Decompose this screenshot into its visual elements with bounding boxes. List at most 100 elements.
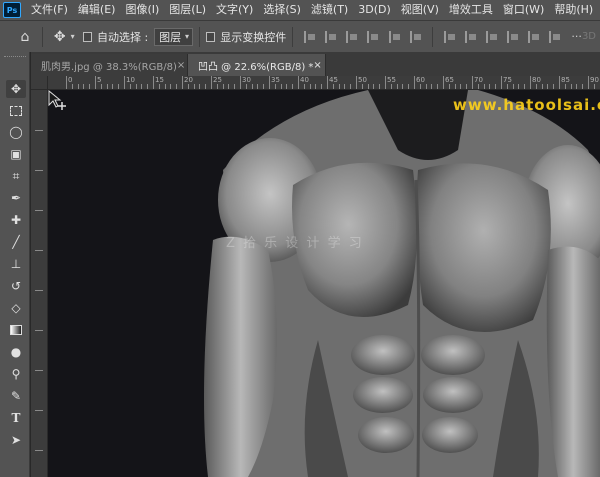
ruler-minor-tick [367,84,369,89]
brush-tool-icon[interactable]: ╱ [6,233,26,251]
ruler-tick [35,130,43,131]
distribute-right-icon[interactable] [549,30,561,43]
ruler-minor-tick [106,84,108,89]
align-horizontal-centers-icon[interactable] [325,30,337,43]
move-tool-icon[interactable]: ✥ [6,80,26,98]
close-icon[interactable]: × [177,60,185,71]
ruler-minor-tick [512,84,514,89]
type-tool-icon[interactable]: T [6,409,26,427]
photoshop-window: Ps 文件(F) 编辑(E) 图像(I) 图层(L) 文字(Y) 选择(S) 滤… [0,0,600,477]
menu-layer[interactable]: 图层(L) [164,0,211,20]
ruler-minor-tick [541,84,543,89]
menu-type[interactable]: 文字(Y) [211,0,258,20]
ruler-tick [35,410,43,411]
ruler-label: 45 [329,76,338,84]
blur-tool-icon[interactable]: ● [6,343,26,361]
move-icon[interactable]: ✥ [49,29,71,45]
ruler-minor-tick [176,84,178,89]
tab-bump[interactable]: 凹凸 @ 22.6%(RGB/8) * × [188,54,326,76]
horizontal-ruler[interactable]: 0 5 10 15 20 25 30 35 40 45 50 55 60 65 70 75 80 85 90 [48,76,600,90]
menu-edit[interactable]: 编辑(E) [73,0,121,20]
tab-label: 肌肉男.jpg @ 38.3%(RGB/8) [41,61,177,73]
ruler-minor-tick [547,84,549,89]
canvas-image [204,90,600,477]
ruler-tick [95,76,96,89]
ruler-tick [530,76,531,89]
ruler-minor-tick [390,84,392,89]
ruler-minor-tick [135,84,137,89]
auto-select-target-dropdown[interactable]: 图层 ▾ [154,27,193,46]
show-transform-checkbox[interactable] [205,31,216,42]
ruler-minor-tick [582,84,584,89]
distribute-left-icon[interactable] [507,30,519,43]
separator [199,26,200,47]
document-tab-bar: 肌肉男.jpg @ 38.3%(RGB/8) × 凹凸 @ 22.6%(RGB/… [31,52,600,76]
ruler-label: 20 [184,76,193,84]
ruler-label: 5 [97,76,102,84]
ruler-minor-tick [344,84,346,89]
ruler-minor-tick [158,84,160,89]
ruler-minor-tick [454,84,456,89]
eyedropper-tool-icon[interactable]: ✒ [6,189,26,207]
chevron-down-icon[interactable]: ▾ [71,32,75,41]
menu-select[interactable]: 选择(S) [258,0,306,20]
clone-stamp-tool-icon[interactable]: ⊥ [6,255,26,273]
vertical-ruler[interactable] [31,90,48,477]
pen-tool-icon[interactable]: ✎ [6,387,26,405]
align-bottom-edges-icon[interactable] [409,30,421,43]
tab-muscle-man[interactable]: 肌肉男.jpg @ 38.3%(RGB/8) × [31,54,188,76]
menu-image[interactable]: 图像(I) [120,0,164,20]
align-vertical-centers-icon[interactable] [388,30,400,43]
rectangular-marquee-tool-icon[interactable] [6,102,26,120]
menu-filter[interactable]: 滤镜(T) [306,0,353,20]
document-canvas[interactable]: Z 拾 乐 设 计 学 习 www.hatoolsai.com [48,90,600,477]
ruler-minor-tick [222,84,224,89]
align-left-edges-icon[interactable] [304,30,316,43]
move-cursor-icon [48,90,66,110]
align-top-edges-icon[interactable] [367,30,379,43]
3d-mode-label[interactable]: 3D [582,31,596,42]
ruler-minor-tick [483,84,485,89]
ruler-minor-tick [112,84,114,89]
ruler-minor-tick [332,84,334,89]
ruler-minor-tick [303,84,305,89]
menu-window[interactable]: 窗口(W) [498,0,549,20]
auto-select-checkbox[interactable] [82,31,92,42]
show-transform-label: 显示变换控件 [220,30,287,44]
history-brush-tool-icon[interactable]: ↺ [6,277,26,295]
eraser-tool-icon[interactable]: ◇ [6,299,26,317]
ruler-tick [35,370,43,371]
dodge-tool-icon[interactable]: ⚲ [6,365,26,383]
lasso-tool-icon[interactable]: ◯ [6,123,26,141]
distribute-top-icon[interactable] [443,30,455,43]
gradient-tool-icon[interactable] [6,321,26,339]
crop-tool-icon[interactable]: ⌗ [6,167,26,185]
menu-3d[interactable]: 3D(D) [353,0,396,20]
panel-grip[interactable] [4,56,26,59]
ruler-minor-tick [257,84,259,89]
menu-view[interactable]: 视图(V) [396,0,444,20]
ruler-tick [153,76,154,89]
healing-brush-tool-icon[interactable]: ✚ [6,211,26,229]
ruler-minor-tick [506,84,508,89]
ruler-tick [443,76,444,89]
close-icon[interactable]: × [313,60,321,71]
distribute-horizontal-icon[interactable] [528,30,540,43]
ruler-tick [182,76,183,89]
align-right-edges-icon[interactable] [346,30,358,43]
ruler-label: 80 [532,76,541,84]
distribute-vertical-icon[interactable] [464,30,476,43]
object-selection-tool-icon[interactable]: ▣ [6,145,26,163]
distribute-bottom-icon[interactable] [485,30,497,43]
menu-file[interactable]: 文件(F) [26,0,73,20]
ruler-tick [240,76,241,89]
home-icon[interactable]: ⌂ [14,29,36,45]
menu-help[interactable]: 帮助(H) [549,0,598,20]
ruler-label: 90 [590,76,599,84]
ruler-minor-tick [321,84,323,89]
more-options-icon[interactable]: ··· [571,30,582,43]
path-selection-tool-icon[interactable]: ➤ [6,431,26,449]
menu-plugins[interactable]: 增效工具 [444,0,498,20]
ruler-label: 30 [242,76,251,84]
ruler-origin[interactable] [31,76,48,90]
